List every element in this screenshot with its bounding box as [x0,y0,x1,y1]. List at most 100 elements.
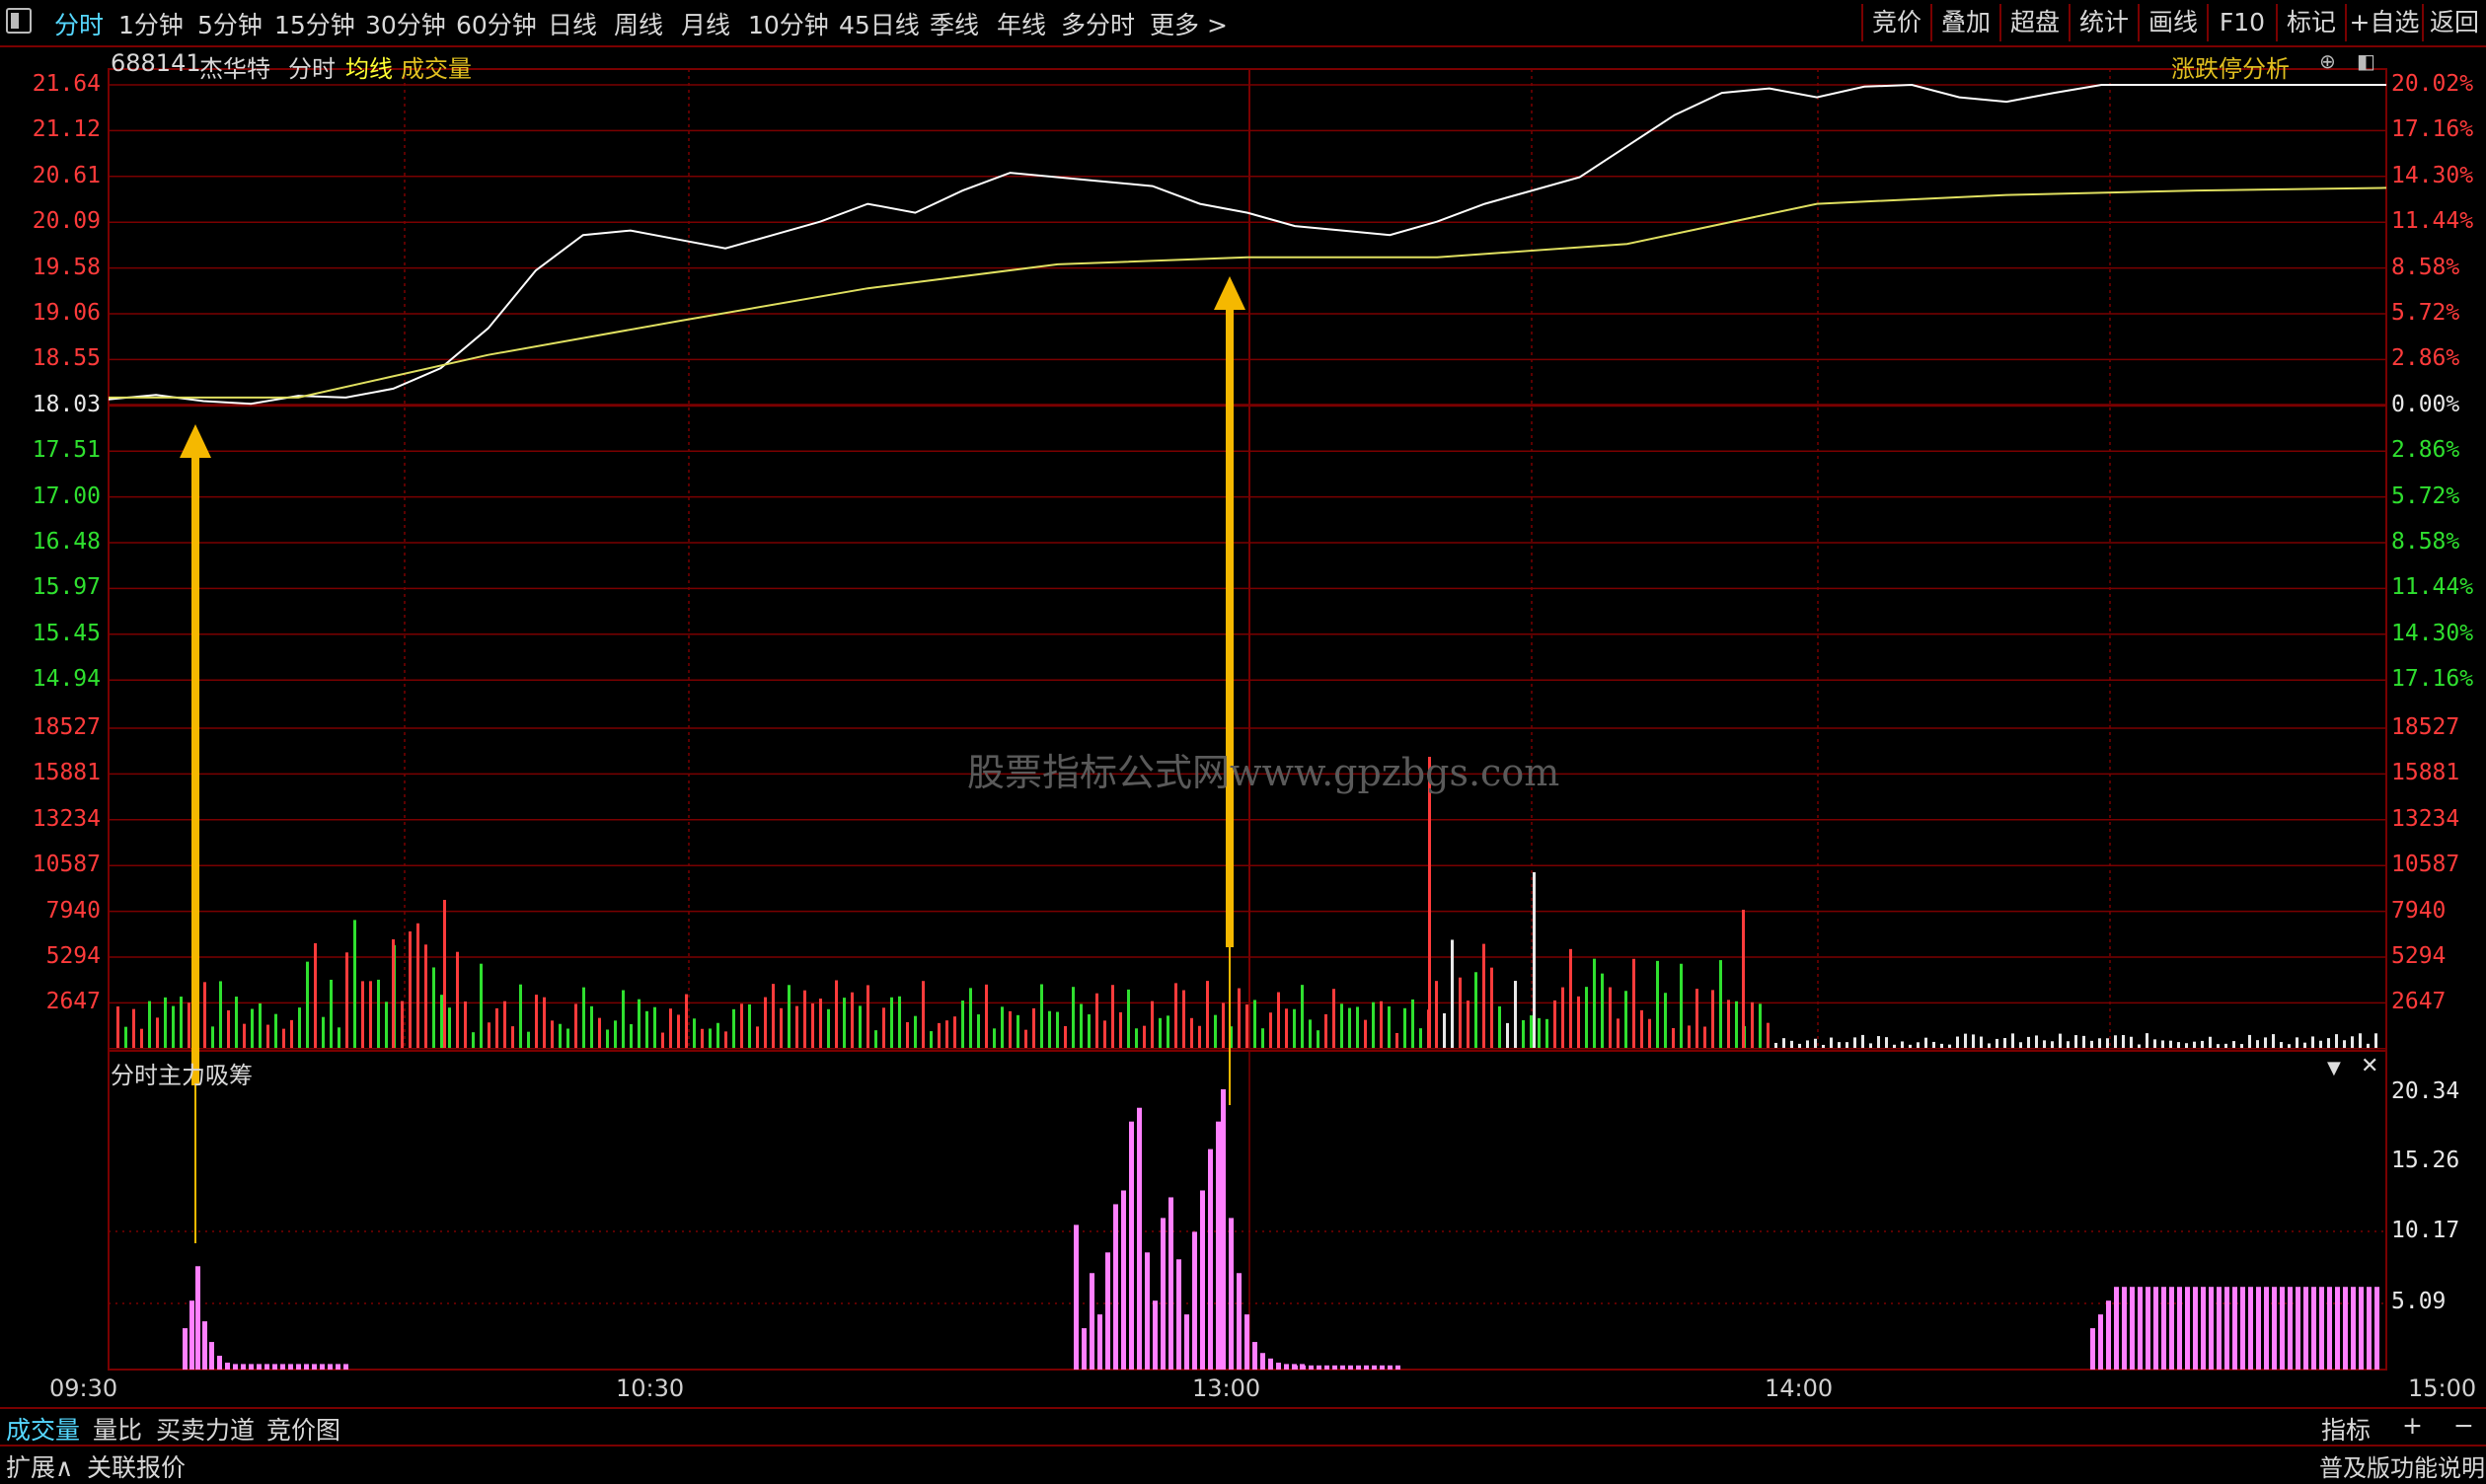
volume-bar [1703,1026,1706,1048]
volume-bar [1648,1018,1651,1048]
volume-bar [1695,989,1698,1048]
volume-bar [1940,1043,1943,1048]
volume-bar [488,1022,490,1048]
limit-analysis-link[interactable]: 涨跌停分析 [2171,49,2290,84]
tab-buy-sell-force[interactable]: 买卖力道 [156,1411,255,1447]
indicator-bar [209,1342,214,1370]
indicator-bar [1348,1365,1353,1370]
indicator-bar [2367,1287,2372,1370]
indicator-bar [2272,1287,2277,1370]
volume-axis-label: 13234 [32,805,101,832]
percent-axis-label: 11.44% [2391,574,2474,601]
volume-bar [1127,989,1130,1048]
volume-bar [503,1001,506,1048]
price-line [108,83,2386,406]
volume-axis-label: 7940 [45,897,101,924]
indicator-bar [2232,1287,2237,1370]
indicator-bar [1153,1300,1158,1370]
panel-toggle-icon[interactable]: ◧ [2357,49,2375,73]
price-axis-label: 17.51 [32,437,101,464]
indicator-bar [2161,1287,2166,1370]
volume-bar [2011,1033,2014,1048]
volume-bar [424,944,427,1048]
zoom-icon[interactable]: ⊕ [2319,49,2336,73]
volume-bar [851,992,854,1048]
tab-volume-ratio[interactable]: 量比 [93,1411,142,1447]
indicator-bar [328,1364,333,1370]
indicator-bar [280,1364,285,1370]
volume-bar [969,988,972,1048]
volume-bar [1088,1014,1091,1048]
volume-bar [266,1024,269,1048]
volume-bar [1135,1028,1138,1048]
volume-bar [1017,1014,1019,1048]
tab-auction-chart[interactable]: 竞价图 [266,1411,340,1447]
indicator-bar [2177,1287,2182,1370]
volume-bar [1253,1000,1256,1048]
remove-indicator-button[interactable]: − [2453,1411,2474,1440]
indicator-close-icon[interactable]: ✕ [2361,1054,2378,1078]
volume-bar [1151,1001,1154,1048]
avg-line-label: 均线 [345,55,393,83]
indicator-bar [2209,1287,2214,1370]
volume-bar [1956,1036,1959,1048]
volume-bar [2019,1042,2022,1048]
volume-bar [1964,1033,1967,1048]
indicator-bar [1356,1365,1361,1370]
volume-bar [1782,1038,1785,1048]
volume-bar [1403,1007,1406,1048]
indicator-bar [2319,1287,2324,1370]
help-link[interactable]: 普及版功能说明 [2319,1448,2485,1483]
volume-bar [1190,1017,1193,1048]
volume-bar [227,1009,230,1048]
indicator-bar [1332,1365,1337,1370]
expand-button[interactable]: 扩展∧ [6,1448,73,1484]
indicator-axis-label: 10.17 [2391,1218,2460,1243]
volume-bar [740,1003,743,1048]
indicator-dropdown-icon[interactable]: ▼ [2327,1058,2341,1078]
volume-bar [922,981,925,1048]
volume-bar [1348,1007,1351,1048]
volume-bar [172,1005,175,1048]
volume-bar [1609,987,1612,1048]
volume-bar [1798,1043,1801,1048]
percent-axis-label: 2.86% [2391,437,2460,464]
indicator-bar [1216,1121,1221,1370]
indicator-bar [2106,1300,2111,1370]
volume-bar [930,1031,933,1048]
indicator-bar [312,1364,317,1370]
volume-bar [1885,1037,1888,1048]
tab-volume[interactable]: 成交量 [6,1411,80,1447]
volume-bar [1111,985,1114,1048]
indicator-bar [1168,1197,1173,1370]
volume-bar [780,1007,783,1048]
indicator-button[interactable]: 指标 [2321,1411,2371,1447]
volume-bar [1861,1034,1864,1048]
volume-bar [116,1006,119,1048]
volume-bar [282,1028,285,1048]
volume-bar [1103,1020,1106,1048]
volume-bar [2248,1034,2251,1048]
volume-bar [788,985,791,1048]
arrow-afternoon-head [1214,276,1245,310]
indicator-bar [2296,1287,2300,1370]
indicator-bar [2169,1287,2174,1370]
add-indicator-button[interactable]: + [2402,1411,2423,1440]
related-quote-tab[interactable]: 关联报价 [87,1448,186,1484]
volume-bar [377,979,380,1048]
volume-bar [1924,1037,1927,1048]
indicator-bar [241,1364,246,1370]
volume-bar [1980,1036,1983,1048]
price-axis-label: 15.45 [32,620,101,646]
volume-bar [2264,1037,2267,1048]
volume-bar [243,1023,246,1048]
volume-bar [1206,981,1209,1048]
volume-bar [1482,943,1485,1048]
volume-bar [1222,1002,1225,1048]
volume-bar [2209,1036,2212,1048]
indicator-bar [1113,1204,1118,1370]
indicator-axis-label: 20.34 [2391,1078,2460,1104]
volume-bar [1711,990,1714,1048]
volume-bar [1428,757,1431,1048]
volume-bar [443,900,446,1048]
